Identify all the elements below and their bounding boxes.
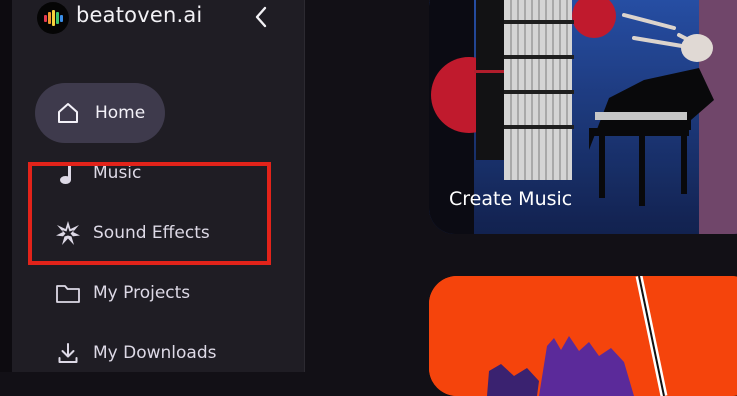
create-music-card[interactable]: Create Music bbox=[429, 0, 737, 234]
sidebar-item-my-projects[interactable]: My Projects bbox=[55, 280, 190, 306]
chevron-left-icon bbox=[255, 6, 267, 28]
logo-icon bbox=[37, 2, 69, 34]
sidebar-item-label: Sound Effects bbox=[93, 223, 210, 243]
burst-icon bbox=[55, 220, 81, 246]
collapse-sidebar-button[interactable] bbox=[251, 4, 271, 30]
sidebar bbox=[12, 0, 304, 372]
brand-name: beatoven.ai bbox=[76, 3, 203, 27]
sidebar-item-label: My Projects bbox=[93, 283, 191, 303]
sidebar-item-home[interactable]: Home bbox=[35, 83, 165, 143]
sidebar-item-label: My Downloads bbox=[93, 343, 217, 363]
folder-icon bbox=[55, 280, 81, 306]
sidebar-item-label: Music bbox=[93, 163, 142, 183]
card-title: Create Music bbox=[449, 188, 573, 210]
sidebar-item-sound-effects[interactable]: Sound Effects bbox=[55, 220, 210, 246]
sidebar-item-my-downloads[interactable]: My Downloads bbox=[55, 340, 217, 366]
music-note-icon bbox=[55, 160, 81, 186]
home-icon bbox=[55, 100, 81, 126]
sound-effects-card[interactable] bbox=[429, 276, 737, 396]
sidebar-item-label: Home bbox=[95, 103, 146, 123]
sidebar-item-music[interactable]: Music bbox=[55, 160, 141, 186]
card-artwork bbox=[429, 276, 737, 396]
window-edge bbox=[0, 0, 12, 372]
download-icon bbox=[55, 340, 81, 366]
